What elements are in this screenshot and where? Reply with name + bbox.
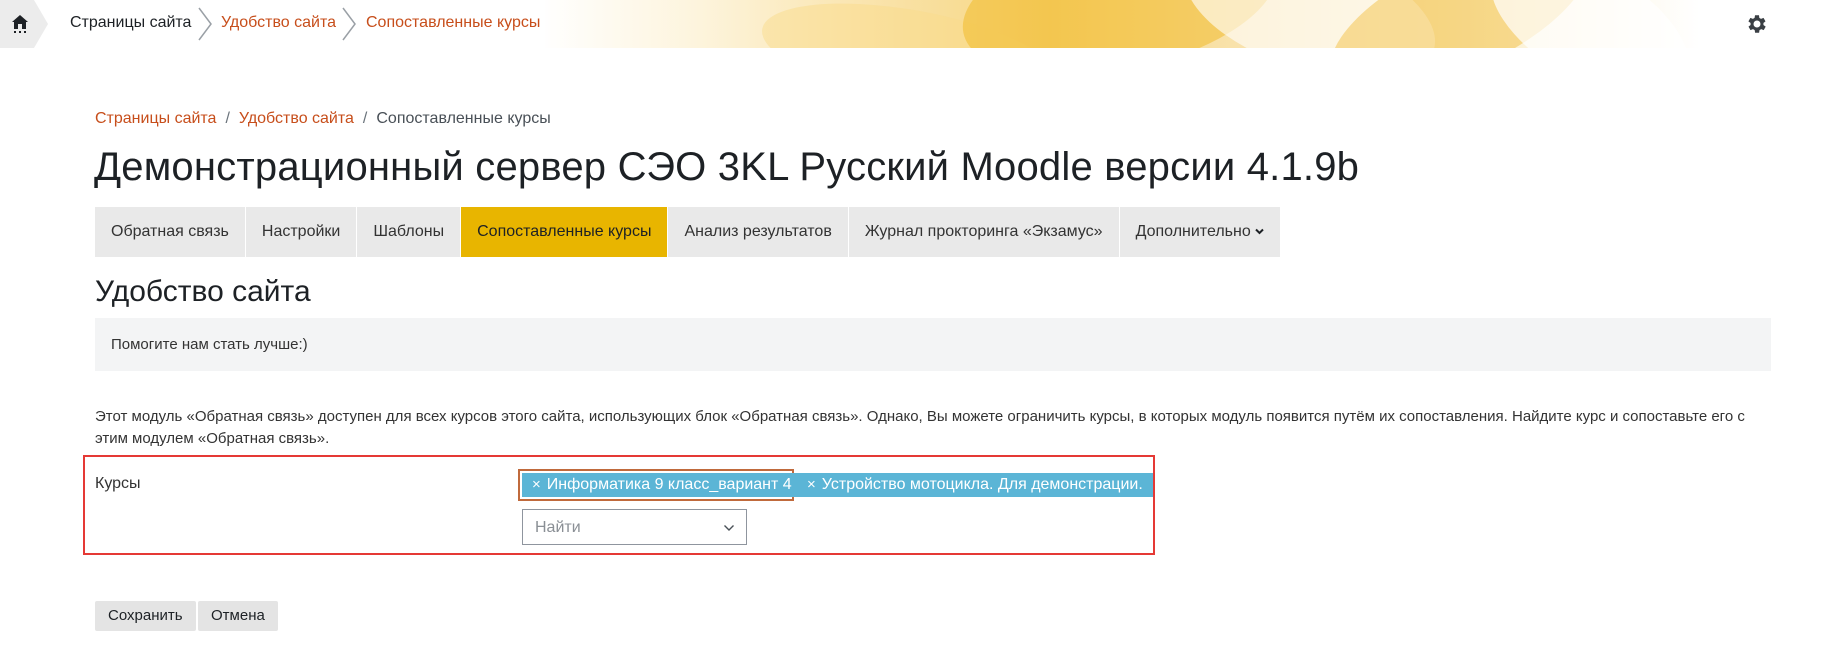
course-search-input[interactable]: Найти (522, 509, 747, 545)
section-title: Удобство сайта (95, 275, 311, 308)
tab-settings[interactable]: Настройки (245, 207, 358, 257)
breadcrumb-separator: / (225, 110, 230, 127)
breadcrumb-site-usability[interactable]: Удобство сайта (239, 110, 354, 127)
topnav-site-pages[interactable]: Страницы сайта (70, 14, 191, 32)
close-icon[interactable]: × (807, 476, 816, 493)
home-icon (12, 15, 28, 33)
selected-course-chip[interactable]: × Устройство мотоцикла. Для демонстрации. (797, 473, 1153, 497)
breadcrumb-separator: / (362, 110, 368, 127)
breadcrumb-current: Сопоставленные курсы (376, 110, 551, 127)
module-description: Этот модуль «Обратная связь» доступен дл… (95, 408, 1745, 447)
tab-more-label: Дополнительно (1135, 223, 1251, 240)
tab-templates[interactable]: Шаблоны (357, 207, 462, 257)
chevron-right-icon (198, 7, 212, 41)
home-button[interactable] (0, 0, 48, 48)
breadcrumb: Страницы сайта / Удобство сайта / Сопоставле… (95, 110, 551, 128)
chevron-down-icon[interactable] (723, 523, 735, 533)
chevron-down-icon (1255, 229, 1264, 235)
close-icon[interactable]: × (532, 476, 541, 493)
chip-label: Информатика 9 класс_вариант 4 (546, 476, 792, 493)
search-placeholder: Найти (535, 519, 581, 536)
chip-label: Устройство мотоцикла. Для демонстрации. (821, 476, 1143, 493)
top-breadcrumb: Страницы сайта Удобство сайта Сопоставле… (0, 0, 545, 48)
tab-more[interactable]: Дополнительно (1119, 207, 1281, 257)
page-title: Демонстрационный сервер СЭО 3KL Русский … (94, 145, 1360, 189)
gear-icon[interactable] (1745, 12, 1769, 36)
topnav-site-usability[interactable]: Удобство сайта (221, 14, 336, 32)
breadcrumb-site-pages[interactable]: Страницы сайта (95, 110, 216, 127)
courses-label: Курсы (95, 475, 141, 492)
tab-mapped-courses[interactable]: Сопоставленные курсы (461, 207, 669, 257)
cancel-button[interactable]: Отмена (198, 601, 278, 631)
chevron-right-icon (342, 7, 356, 41)
tab-feedback[interactable]: Обратная связь (95, 207, 246, 257)
save-button[interactable]: Сохранить (95, 601, 196, 631)
top-navbar: Страницы сайта Удобство сайта Сопоставле… (0, 0, 1844, 48)
intro-text: Помогите нам стать лучше:) (111, 336, 308, 353)
tab-analysis[interactable]: Анализ результатов (668, 207, 849, 257)
selected-course-chip[interactable]: × Информатика 9 класс_вариант 4 (522, 473, 802, 497)
tab-proctoring-log[interactable]: Журнал прокторинга «Экзамус» (848, 207, 1120, 257)
intro-box: Помогите нам стать лучше:) (95, 318, 1771, 371)
topnav-mapped-courses[interactable]: Сопоставленные курсы (366, 14, 540, 32)
secondary-nav-tabs: Обратная связь Настройки Шаблоны Сопоста… (95, 207, 1281, 257)
